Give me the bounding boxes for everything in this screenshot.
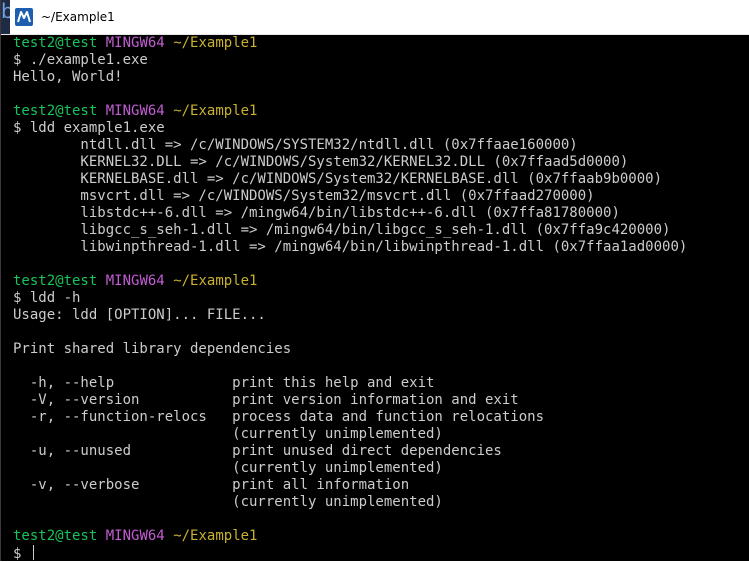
help-option-line: -h, --help print this help and exit	[13, 375, 435, 391]
prompt-path: ~/Example1	[173, 528, 258, 544]
prompt-line: test2@test MINGW64 ~/Example1	[13, 35, 749, 52]
prompt-shell: MINGW64	[105, 35, 165, 51]
prompt-user: test2@test	[13, 35, 98, 51]
help-option-line: (currently unimplemented)	[13, 460, 443, 476]
active-command-line[interactable]: $	[13, 545, 749, 562]
prompt-shell: MINGW64	[105, 528, 165, 544]
text-cursor	[32, 545, 34, 560]
prompt-path: ~/Example1	[173, 103, 258, 119]
ldd-output-line: ntdll.dll => /c/WINDOWS/SYSTEM32/ntdll.d…	[13, 137, 578, 153]
help-description-line: Print shared library dependencies	[13, 341, 292, 357]
help-option-line: -v, --verbose print all information	[13, 477, 410, 493]
background-window-glyph: b	[1, 0, 10, 23]
command-line: $ ./example1.exe	[13, 52, 148, 68]
command-line: $ ldd -h	[13, 290, 81, 306]
title-bar[interactable]: b ~/Example1	[1, 0, 749, 35]
output-line: Hello, World!	[13, 69, 123, 85]
help-option-line: (currently unimplemented)	[13, 426, 443, 442]
prompt-user: test2@test	[13, 528, 98, 544]
prompt-user: test2@test	[13, 273, 98, 289]
ldd-output-line: KERNEL32.DLL => /c/WINDOWS/System32/KERN…	[13, 154, 629, 170]
terminal-window[interactable]: b ~/Example1 test2@test MINGW64 ~/Exampl…	[0, 0, 749, 562]
ldd-output-line: KERNELBASE.dll => /c/WINDOWS/System32/KE…	[13, 171, 663, 187]
prompt-path: ~/Example1	[173, 273, 258, 289]
mintty-m-icon[interactable]	[15, 8, 33, 26]
command-prompt-symbol: $	[13, 546, 30, 562]
terminal-output-area[interactable]: test2@test MINGW64 ~/Example1 $ ./exampl…	[1, 35, 749, 562]
prompt-line: test2@test MINGW64 ~/Example1	[13, 273, 749, 290]
ldd-output-line: msvcrt.dll => /c/WINDOWS/System32/msvcrt…	[13, 188, 595, 204]
ldd-output-line: libgcc_s_seh-1.dll => /mingw64/bin/libgc…	[13, 222, 671, 238]
help-option-line: -V, --version print version information …	[13, 392, 519, 408]
help-usage-line: Usage: ldd [OPTION]... FILE...	[13, 307, 266, 323]
prompt-line: test2@test MINGW64 ~/Example1	[13, 103, 749, 120]
command-line: $ ldd example1.exe	[13, 120, 165, 136]
help-option-line: -u, --unused print unused direct depende…	[13, 443, 502, 459]
prompt-shell: MINGW64	[105, 103, 165, 119]
window-title: ~/Example1	[41, 10, 115, 24]
ldd-output-line: libwinpthread-1.dll => /mingw64/bin/libw…	[13, 239, 688, 255]
background-window-edge[interactable]: b	[1, 0, 10, 34]
prompt-path: ~/Example1	[173, 35, 258, 51]
help-option-line: (currently unimplemented)	[13, 494, 443, 510]
help-option-line: -r, --function-relocs process data and f…	[13, 409, 545, 425]
ldd-output-line: libstdc++-6.dll => /mingw64/bin/libstdc+…	[13, 205, 620, 221]
prompt-line: test2@test MINGW64 ~/Example1	[13, 528, 749, 545]
prompt-shell: MINGW64	[105, 273, 165, 289]
prompt-user: test2@test	[13, 103, 98, 119]
